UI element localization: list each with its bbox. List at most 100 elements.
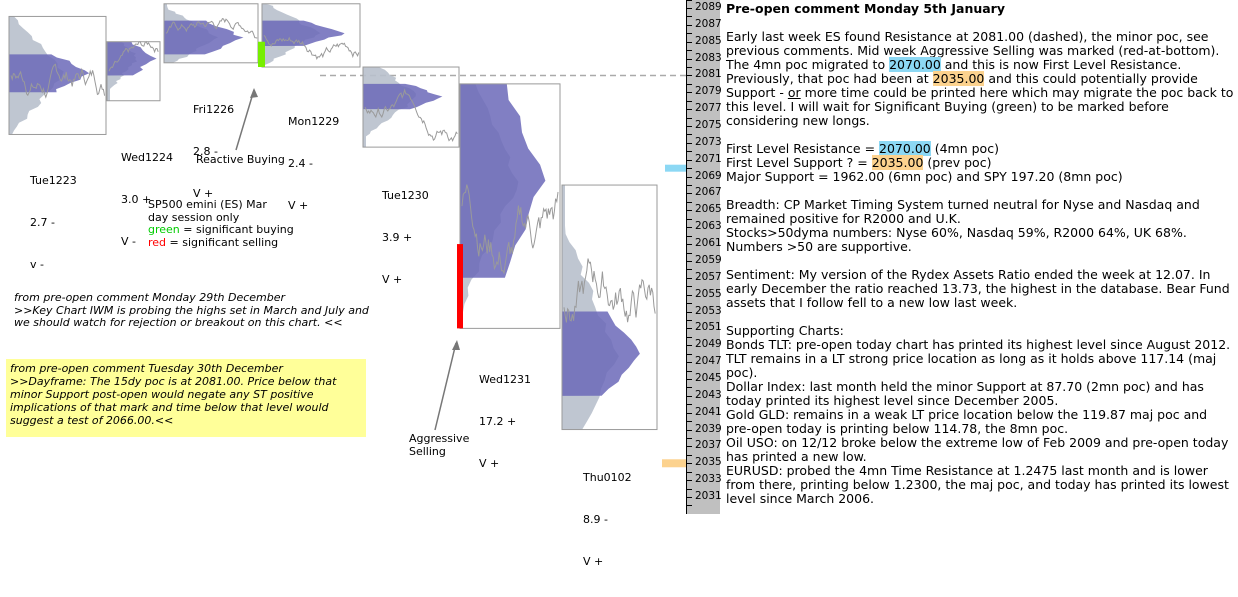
significant-buying-marker bbox=[258, 41, 265, 68]
axis-tick bbox=[687, 437, 692, 439]
axis-tick-label: 2039 bbox=[695, 422, 722, 435]
supporting-charts-block: Supporting Charts: Bonds TLT: pre-open t… bbox=[726, 324, 1236, 506]
axis-tick-label: 2077 bbox=[695, 102, 722, 115]
session-label-thu0102: Thu0102 8.9 - V + bbox=[583, 443, 632, 597]
axis-tick bbox=[687, 185, 692, 187]
axis-tick-label: 2035 bbox=[695, 456, 722, 469]
axis-tick bbox=[687, 269, 692, 271]
numbers-text: Numbers >50 are supportive. bbox=[726, 239, 912, 254]
axis-tick bbox=[687, 286, 692, 288]
axis-tick bbox=[687, 463, 692, 465]
session-range: 2.7 - bbox=[30, 216, 55, 229]
profile-value-area-Wed1231 bbox=[460, 83, 546, 278]
axis-tick bbox=[687, 218, 692, 220]
axis-tick bbox=[687, 176, 692, 178]
axis-tick bbox=[687, 497, 692, 498]
session-volume: v - bbox=[30, 258, 44, 271]
axis-tick-label: 2041 bbox=[695, 405, 722, 418]
highlight-support: 2035.00 bbox=[932, 71, 985, 86]
sentiment-block: Sentiment: My version of the Rydex Asset… bbox=[726, 267, 1230, 310]
note-line: we should watch for rejection or breakou… bbox=[14, 316, 343, 329]
axis-tick bbox=[687, 100, 692, 102]
annotation-aggressive-selling: Aggressive Selling bbox=[409, 432, 470, 458]
levels-block: First Level Resistance = 2070.00 (4mn po… bbox=[726, 141, 1236, 184]
legend-green-text: = significant buying bbox=[179, 223, 294, 236]
axis-tick bbox=[687, 193, 692, 195]
axis-tick bbox=[687, 480, 692, 482]
session-volume: V + bbox=[382, 273, 403, 286]
arrow-head-aggressive-selling bbox=[452, 340, 460, 350]
axis-tick bbox=[687, 311, 692, 313]
axis-tick bbox=[687, 50, 692, 52]
axis-tick-label: 2031 bbox=[695, 490, 722, 502]
axis-tick bbox=[687, 395, 692, 397]
axis-tick bbox=[687, 109, 692, 111]
chart-legend: SP500 emini (ES) Mar day session only gr… bbox=[148, 198, 294, 249]
note-monday-29th: from pre-open comment Monday 29th Decemb… bbox=[14, 291, 384, 330]
note-title: from pre-open comment Tuesday 30th Decem… bbox=[10, 362, 283, 375]
axis-tick bbox=[687, 471, 692, 473]
commentary-intro: Early last week ES found Resistance at 2… bbox=[726, 30, 1236, 128]
session-name: Tue1230 bbox=[382, 189, 429, 202]
session-name: Wed1231 bbox=[479, 373, 531, 386]
axis-tick bbox=[687, 58, 692, 60]
session-range: 8.9 - bbox=[583, 513, 608, 526]
axis-tick bbox=[687, 75, 692, 77]
axis-tick-label: 2061 bbox=[695, 237, 722, 250]
axis-tick bbox=[687, 41, 692, 43]
axis-tick bbox=[687, 8, 692, 9]
axis-tick bbox=[687, 33, 692, 35]
axis-tick bbox=[687, 328, 692, 330]
axis-tick-label: 2083 bbox=[695, 51, 722, 64]
highlight-resistance: 2070.00 bbox=[889, 57, 941, 72]
axis-tick bbox=[687, 92, 692, 94]
legend-red-label: red bbox=[148, 235, 167, 249]
axis-tick-label: 2063 bbox=[695, 220, 722, 233]
axis-tick bbox=[687, 353, 692, 355]
axis-tick bbox=[687, 505, 692, 507]
underlined-or: or bbox=[787, 85, 801, 100]
axis-tick-label: 2057 bbox=[695, 270, 722, 283]
session-label-tue1230: Tue1230 3.9 + V + bbox=[382, 161, 429, 315]
breadth-block: Breadth: CP Market Timing System turned … bbox=[726, 198, 1236, 254]
oil-text: Oil USO: on 12/12 broke below the extrem… bbox=[726, 435, 1229, 464]
session-volume: V + bbox=[479, 457, 500, 470]
session-name: Tue1223 bbox=[30, 174, 77, 187]
session-label-tue1223: Tue1223 2.7 - v - bbox=[30, 146, 77, 300]
axis-tick bbox=[687, 117, 692, 119]
session-label-mon1229: Mon1229 2.4 - V + bbox=[288, 87, 339, 241]
session-name: Thu0102 bbox=[583, 471, 632, 484]
axis-tick-label: 2053 bbox=[695, 304, 722, 317]
axis-tick-label: 2033 bbox=[695, 473, 722, 486]
session-range: 2.4 - bbox=[288, 157, 313, 170]
axis-tick-label: 2079 bbox=[695, 85, 722, 98]
axis-tick-label: 2075 bbox=[695, 119, 722, 132]
legend-green-label: green bbox=[148, 223, 180, 236]
significant-selling-marker bbox=[457, 244, 463, 329]
axis-tick bbox=[687, 210, 692, 212]
axis-tick bbox=[687, 24, 692, 26]
eurusd-text: EURUSD: probed the 4mn Time Resistance a… bbox=[726, 463, 1229, 506]
axis-tick-label: 2067 bbox=[695, 186, 722, 199]
level-marker-2035 bbox=[662, 459, 686, 468]
note-body: >>Dayframe: The 15dy poc is at 2081.00. … bbox=[10, 375, 337, 427]
axis-tick bbox=[687, 277, 692, 279]
commentary-title: Pre-open comment Monday 5th January bbox=[726, 1, 1005, 16]
text: more time could be printed here which ma… bbox=[726, 85, 1234, 128]
session-volume: V + bbox=[288, 199, 309, 212]
axis-tick-label: 2065 bbox=[695, 203, 722, 216]
axis-tick bbox=[687, 201, 692, 203]
session-label-wed1231: Wed1231 17.2 + V + bbox=[479, 345, 531, 499]
axis-tick bbox=[687, 370, 692, 372]
axis-tick bbox=[687, 168, 692, 170]
supporting-heading: Supporting Charts: bbox=[726, 323, 844, 338]
stocks-text: Stocks>50dyma numbers: Nyse 60%, Nasdaq … bbox=[726, 225, 1187, 240]
axis-tick bbox=[687, 303, 692, 305]
axis-tick-label: 2045 bbox=[695, 371, 722, 384]
session-name: Fri1226 bbox=[193, 103, 235, 116]
axis-tick-label: 2081 bbox=[695, 68, 722, 81]
axis-tick bbox=[687, 412, 692, 414]
bonds-text: Bonds TLT: pre-open today chart has prin… bbox=[726, 337, 1231, 380]
profile-value-area-Thu0102 bbox=[562, 311, 640, 396]
axis-tick bbox=[687, 0, 692, 1]
